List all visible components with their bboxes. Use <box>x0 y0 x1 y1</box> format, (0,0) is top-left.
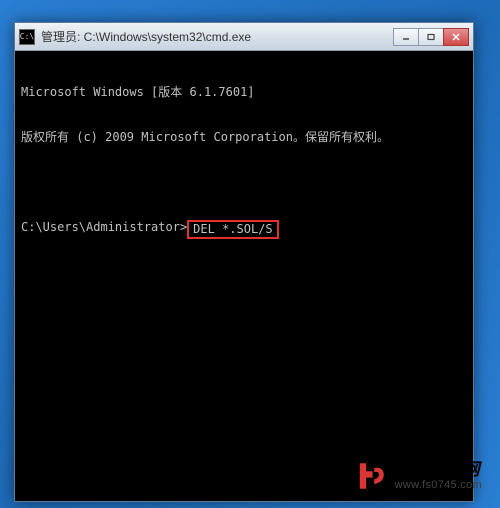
minimize-button[interactable] <box>393 28 419 46</box>
console-line-copyright: 版权所有 (c) 2009 Microsoft Corporation。保留所有… <box>21 130 467 145</box>
command-highlight: DEL *.SOL/S <box>187 220 278 239</box>
watermark-title: 飞沙系统网 <box>395 461 482 480</box>
console-prompt: C:\Users\Administrator> <box>21 220 187 235</box>
cmd-icon-text: C:\ <box>20 32 34 41</box>
close-icon <box>451 33 461 41</box>
cmd-window: C:\ 管理员: C:\Windows\system32\cmd.exe Mic… <box>14 22 474 502</box>
watermark: 飞沙系统网 www.fs0745.com <box>347 456 490 496</box>
watermark-logo-icon <box>355 460 387 492</box>
close-button[interactable] <box>443 28 469 46</box>
console-prompt-line: C:\Users\Administrator>DEL *.SOL/S <box>21 220 467 239</box>
cmd-icon: C:\ <box>19 29 35 45</box>
watermark-text: 飞沙系统网 www.fs0745.com <box>395 461 482 492</box>
window-controls <box>394 28 469 46</box>
console-area[interactable]: Microsoft Windows [版本 6.1.7601] 版权所有 (c)… <box>15 51 473 501</box>
titlebar[interactable]: C:\ 管理员: C:\Windows\system32\cmd.exe <box>15 23 473 51</box>
maximize-icon <box>426 33 436 41</box>
maximize-button[interactable] <box>418 28 444 46</box>
watermark-url: www.fs0745.com <box>395 479 482 491</box>
console-blank <box>21 175 467 190</box>
minimize-icon <box>401 33 411 41</box>
window-title: 管理员: C:\Windows\system32\cmd.exe <box>41 28 394 45</box>
console-line-version: Microsoft Windows [版本 6.1.7601] <box>21 85 467 100</box>
